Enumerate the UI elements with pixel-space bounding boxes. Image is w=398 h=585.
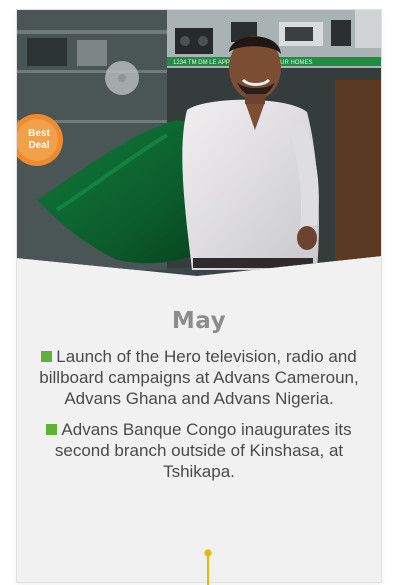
timeline-item: Advans Banque Congo inaugurates its seco… (27, 419, 371, 482)
square-bullet-icon (41, 351, 53, 362)
month-title: May (171, 308, 227, 334)
badge-best: Best (28, 128, 50, 139)
timeline-marker-icon (204, 549, 212, 585)
timeline-content: May Launch of the Hero television, radio… (17, 296, 381, 482)
timeline-item-text: Launch of the Hero television, radio and… (39, 347, 359, 408)
badge-deal: Deal (28, 140, 49, 151)
timeline-item-text: Advans Banque Congo inaugurates its seco… (54, 420, 352, 481)
timeline-card: 1234 TM DM LE APPLIANCES FOR YOUR HOMES … (17, 10, 381, 582)
timeline-item: Launch of the Hero television, radio and… (27, 346, 371, 409)
square-bullet-icon (46, 424, 58, 435)
hero-photo: 1234 TM DM LE APPLIANCES FOR YOUR HOMES … (17, 10, 381, 276)
